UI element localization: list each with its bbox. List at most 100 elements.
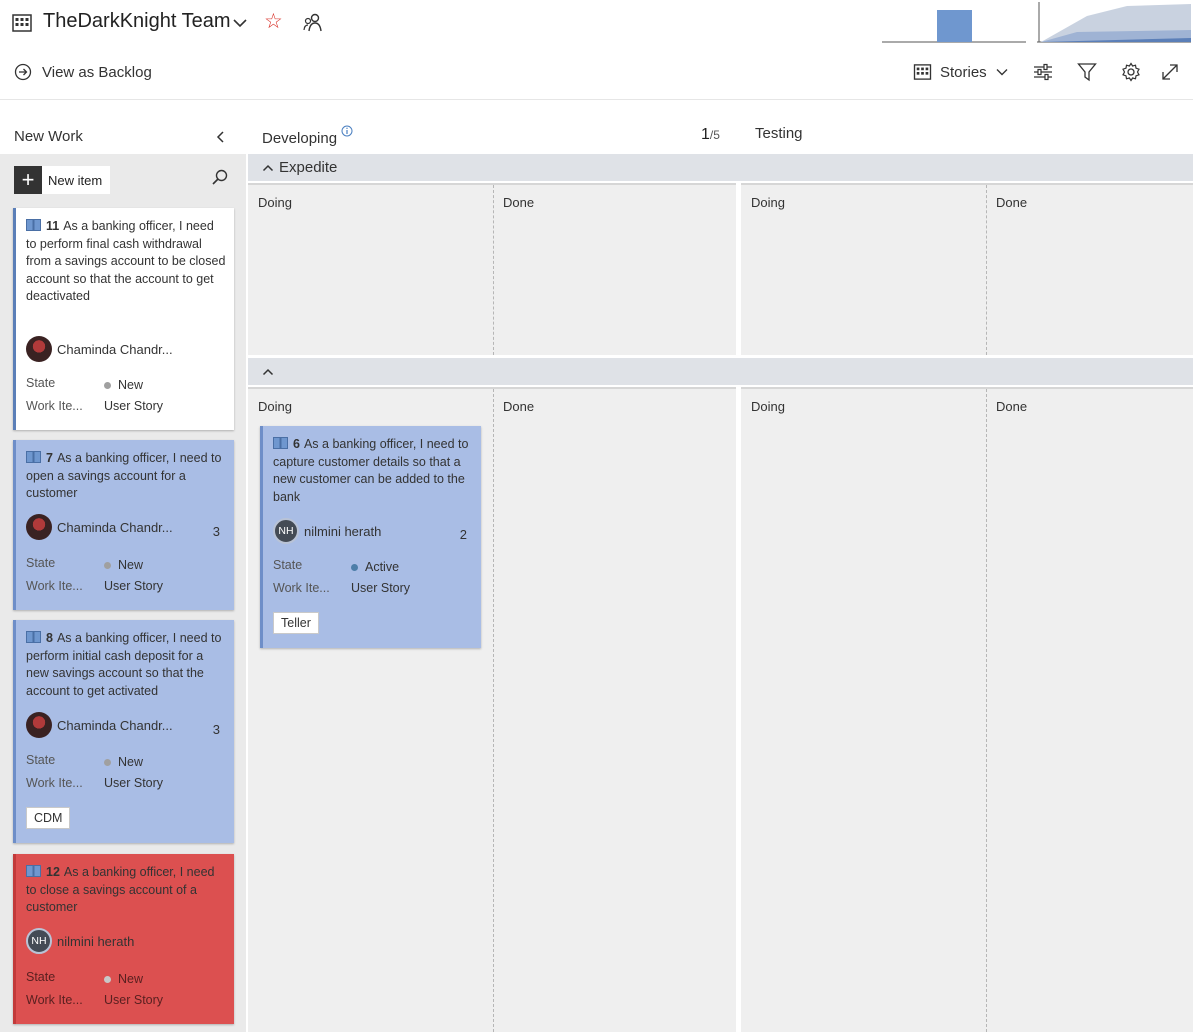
gear-icon[interactable]	[1121, 62, 1141, 82]
split-divider	[986, 389, 987, 1032]
work-item-type-label: Work Ite...	[26, 579, 83, 593]
card-id: 11	[46, 219, 60, 233]
swimlane-header-expedite[interactable]: Expedite	[248, 154, 1193, 181]
card-id: 12	[46, 865, 60, 879]
team-title[interactable]: TheDarkKnight Team	[43, 10, 231, 33]
work-item-card[interactable]: 12 As a banking officer, I need to close …	[13, 854, 234, 1024]
filter-icon[interactable]	[1077, 62, 1097, 82]
card-id: 8	[46, 631, 53, 645]
work-item-type-value[interactable]: User Story	[104, 993, 163, 1007]
state-label: State	[273, 558, 303, 572]
card-title[interactable]: 6 As a banking officer, I need to capture…	[273, 436, 473, 506]
card-effort: 3	[212, 722, 220, 737]
column-divider	[737, 185, 741, 355]
state-text: New	[118, 972, 144, 986]
column-header-testing[interactable]: Testing	[755, 125, 803, 142]
work-item-type-value[interactable]: User Story	[351, 581, 410, 595]
work-item-card[interactable]: 7 As a banking officer, I need to open a …	[13, 440, 234, 610]
board-icon	[913, 64, 932, 80]
card-id: 6	[293, 437, 300, 451]
split-divider	[493, 185, 494, 355]
star-icon[interactable]: ☆	[264, 8, 283, 36]
work-item-type-value[interactable]: User Story	[104, 579, 163, 593]
split-divider	[986, 185, 987, 355]
work-item-type-value[interactable]: User Story	[104, 399, 163, 413]
card-title-text: As a banking officer, I need to capture …	[273, 437, 469, 504]
card-assignee[interactable]: Chaminda Chandr...	[26, 336, 173, 362]
card-assignee[interactable]: Chaminda Chandr...	[26, 514, 173, 540]
avatar: NH	[273, 518, 299, 544]
new-item-button[interactable]: + New item	[14, 166, 110, 194]
split-label: Done	[503, 195, 535, 210]
state-value[interactable]: New	[104, 972, 143, 986]
work-item-type-label: Work Ite...	[26, 399, 83, 413]
state-value[interactable]: Active	[351, 560, 399, 574]
cell-testing-doing[interactable]: Doing	[741, 389, 986, 1032]
new-item-label: New item	[48, 172, 103, 188]
card-tag[interactable]: CDM	[26, 807, 71, 829]
expand-icon[interactable]	[1160, 62, 1180, 82]
chevron-left-icon[interactable]	[214, 130, 228, 144]
column-title: Testing	[755, 125, 803, 142]
assignee-name: Chaminda Chandr...	[57, 519, 173, 535]
split-label: Doing	[751, 399, 785, 414]
state-value[interactable]: New	[104, 558, 143, 572]
work-item-type-value[interactable]: User Story	[104, 776, 163, 790]
card-title[interactable]: 11 As a banking officer, I need to perfor…	[26, 218, 226, 306]
state-dot-icon	[351, 563, 358, 571]
cell-testing-done[interactable]: Done	[986, 185, 1193, 355]
avatar: NH	[26, 928, 52, 954]
chevron-up-icon	[262, 164, 274, 171]
chevron-down-icon	[996, 69, 1008, 76]
state-value[interactable]: New	[104, 755, 143, 769]
state-dot-icon	[104, 758, 111, 766]
velocity-mini-chart[interactable]	[882, 8, 1026, 44]
column-title: Developing	[262, 130, 338, 147]
cell-testing-done[interactable]: Done	[986, 389, 1193, 1032]
work-item-card[interactable]: 11 As a banking officer, I need to perfor…	[13, 208, 234, 430]
work-item-card[interactable]: 6 As a banking officer, I need to capture…	[260, 426, 481, 648]
info-icon[interactable]	[341, 125, 353, 137]
people-icon[interactable]	[302, 11, 324, 33]
column-divider	[737, 389, 741, 1032]
split-label: Done	[996, 399, 1028, 414]
card-title[interactable]: 7 As a banking officer, I need to open a …	[26, 450, 226, 503]
settings-sliders-icon[interactable]	[1033, 62, 1053, 82]
book-icon	[26, 865, 41, 877]
state-label: State	[26, 970, 56, 984]
card-assignee[interactable]: NH nilmini herath	[26, 928, 134, 954]
chevron-down-icon[interactable]	[232, 17, 248, 29]
cell-developing-doing[interactable]: Doing	[248, 185, 493, 355]
card-title-text: As a banking officer, I need to open a s…	[26, 451, 222, 501]
cell-developing-done[interactable]: Done	[493, 185, 736, 355]
kanban-board: Developing 1/5 Testing Expedite Doing Do…	[248, 100, 1193, 1032]
cumulative-flow-mini-chart[interactable]	[1037, 2, 1191, 44]
column-header-developing[interactable]: Developing	[262, 125, 353, 147]
card-tag[interactable]: Teller	[273, 612, 319, 634]
work-item-type-label: Work Ite...	[273, 581, 330, 595]
state-label: State	[26, 556, 56, 570]
card-assignee[interactable]: NH nilmini herath	[273, 518, 381, 544]
search-icon[interactable]	[211, 168, 229, 186]
card-assignee[interactable]: Chaminda Chandr...	[26, 712, 173, 738]
work-item-card[interactable]: 8 As a banking officer, I need to perform…	[13, 620, 234, 843]
cell-testing-doing[interactable]: Doing	[741, 185, 986, 355]
assignee-name: Chaminda Chandr...	[57, 717, 173, 733]
work-item-type-label: Work Ite...	[26, 776, 83, 790]
cell-developing-done[interactable]: Done	[493, 389, 736, 1032]
plus-icon: +	[14, 166, 42, 194]
split-label: Done	[996, 195, 1028, 210]
swimlane-header-default[interactable]	[248, 358, 1193, 385]
card-effort: 3	[212, 524, 220, 539]
new-work-header: New Work	[0, 100, 246, 154]
avatar	[26, 712, 52, 738]
backlog-level-selector[interactable]: Stories	[913, 60, 1009, 84]
new-work-title: New Work	[14, 128, 83, 145]
card-title[interactable]: 12 As a banking officer, I need to close …	[26, 864, 226, 917]
book-icon	[26, 451, 41, 463]
chevron-up-icon	[262, 368, 274, 375]
state-value[interactable]: New	[104, 378, 143, 392]
header-bar: TheDarkKnight Team ☆ View as Backlog Sto	[0, 0, 1193, 100]
card-title[interactable]: 8 As a banking officer, I need to perform…	[26, 630, 226, 700]
view-as-backlog-link[interactable]: View as Backlog	[14, 60, 152, 84]
